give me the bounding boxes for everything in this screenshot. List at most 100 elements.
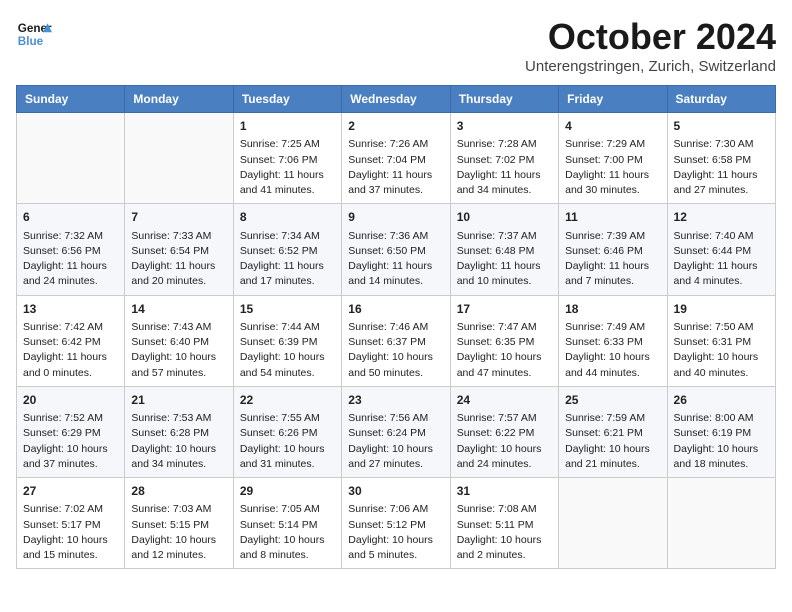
day-info: Sunrise: 7:56 AMSunset: 6:24 PMDaylight:… [348,411,443,472]
day-info: Sunrise: 7:30 AMSunset: 6:58 PMDaylight:… [674,137,769,198]
day-info: Sunrise: 7:42 AMSunset: 6:42 PMDaylight:… [23,320,118,381]
calendar-cell: 19 Sunrise: 7:50 AMSunset: 6:31 PMDayligh… [667,295,775,386]
calendar-cell [125,113,233,204]
day-number: 26 [674,392,769,409]
calendar-cell: 29 Sunrise: 7:05 AMSunset: 5:14 PMDayligh… [233,478,341,569]
logo: General Blue [16,16,52,52]
calendar-cell: 27 Sunrise: 7:02 AMSunset: 5:17 PMDayligh… [17,478,125,569]
day-number: 17 [457,301,552,318]
month-title: October 2024 [525,16,776,58]
day-of-week-header: Thursday [450,86,558,113]
day-info: Sunrise: 7:50 AMSunset: 6:31 PMDaylight:… [674,320,769,381]
day-info: Sunrise: 7:36 AMSunset: 6:50 PMDaylight:… [348,229,443,290]
calendar-cell: 24 Sunrise: 7:57 AMSunset: 6:22 PMDayligh… [450,386,558,477]
calendar-week-row: 27 Sunrise: 7:02 AMSunset: 5:17 PMDayligh… [17,478,776,569]
day-info: Sunrise: 7:26 AMSunset: 7:04 PMDaylight:… [348,137,443,198]
day-info: Sunrise: 7:43 AMSunset: 6:40 PMDaylight:… [131,320,226,381]
day-info: Sunrise: 7:02 AMSunset: 5:17 PMDaylight:… [23,502,118,563]
logo-icon: General Blue [16,16,52,52]
day-info: Sunrise: 7:05 AMSunset: 5:14 PMDaylight:… [240,502,335,563]
calendar-week-row: 6Sunrise: 7:32 AMSunset: 6:56 PMDaylight… [17,204,776,295]
day-number: 10 [457,209,552,226]
calendar-cell: 28 Sunrise: 7:03 AMSunset: 5:15 PMDayligh… [125,478,233,569]
day-number: 28 [131,483,226,500]
calendar-cell: 9 Sunrise: 7:36 AMSunset: 6:50 PMDaylight… [342,204,450,295]
day-number: 15 [240,301,335,318]
day-number: 3 [457,118,552,135]
calendar-cell: 8 Sunrise: 7:34 AMSunset: 6:52 PMDaylight… [233,204,341,295]
day-number: 23 [348,392,443,409]
day-of-week-header: Wednesday [342,86,450,113]
calendar-cell: 30 Sunrise: 7:06 AMSunset: 5:12 PMDayligh… [342,478,450,569]
title-block: October 2024 Unterengstringen, Zurich, S… [525,16,776,75]
calendar-cell: 20 Sunrise: 7:52 AMSunset: 6:29 PMDayligh… [17,386,125,477]
day-number: 20 [23,392,118,409]
day-info: Sunrise: 7:32 AMSunset: 6:56 PMDaylight:… [23,229,118,290]
day-of-week-header: Sunday [17,86,125,113]
calendar-cell: 11 Sunrise: 7:39 AMSunset: 6:46 PMDayligh… [559,204,667,295]
day-number: 30 [348,483,443,500]
day-info: Sunrise: 7:46 AMSunset: 6:37 PMDaylight:… [348,320,443,381]
day-of-week-header: Monday [125,86,233,113]
header-row: SundayMondayTuesdayWednesdayThursdayFrid… [17,86,776,113]
day-info: Sunrise: 7:47 AMSunset: 6:35 PMDaylight:… [457,320,552,381]
calendar-cell [17,113,125,204]
calendar-cell: 6Sunrise: 7:32 AMSunset: 6:56 PMDaylight… [17,204,125,295]
calendar-cell [559,478,667,569]
calendar-week-row: 20 Sunrise: 7:52 AMSunset: 6:29 PMDayligh… [17,386,776,477]
day-number: 25 [565,392,660,409]
day-number: 27 [23,483,118,500]
day-info: Sunrise: 7:37 AMSunset: 6:48 PMDaylight:… [457,229,552,290]
location: Unterengstringen, Zurich, Switzerland [525,58,776,75]
day-info: Sunrise: 8:00 AMSunset: 6:19 PMDaylight:… [674,411,769,472]
calendar-cell: 16 Sunrise: 7:46 AMSunset: 6:37 PMDayligh… [342,295,450,386]
day-number: 2 [348,118,443,135]
calendar-cell: 3Sunrise: 7:28 AMSunset: 7:02 PMDaylight… [450,113,558,204]
day-info: Sunrise: 7:55 AMSunset: 6:26 PMDaylight:… [240,411,335,472]
calendar-cell: 5Sunrise: 7:30 AMSunset: 6:58 PMDaylight… [667,113,775,204]
day-number: 11 [565,209,660,226]
day-info: Sunrise: 7:49 AMSunset: 6:33 PMDaylight:… [565,320,660,381]
day-info: Sunrise: 7:06 AMSunset: 5:12 PMDaylight:… [348,502,443,563]
day-of-week-header: Tuesday [233,86,341,113]
day-number: 29 [240,483,335,500]
day-number: 14 [131,301,226,318]
calendar-week-row: 13 Sunrise: 7:42 AMSunset: 6:42 PMDayligh… [17,295,776,386]
day-info: Sunrise: 7:44 AMSunset: 6:39 PMDaylight:… [240,320,335,381]
day-number: 21 [131,392,226,409]
day-number: 8 [240,209,335,226]
calendar-cell: 25 Sunrise: 7:59 AMSunset: 6:21 PMDayligh… [559,386,667,477]
day-info: Sunrise: 7:57 AMSunset: 6:22 PMDaylight:… [457,411,552,472]
day-number: 7 [131,209,226,226]
day-number: 22 [240,392,335,409]
day-number: 12 [674,209,769,226]
day-number: 16 [348,301,443,318]
day-of-week-header: Saturday [667,86,775,113]
day-number: 24 [457,392,552,409]
calendar-cell: 31Sunrise: 7:08 AMSunset: 5:11 PMDayligh… [450,478,558,569]
svg-text:Blue: Blue [18,35,44,48]
day-number: 18 [565,301,660,318]
calendar-cell: 23 Sunrise: 7:56 AMSunset: 6:24 PMDayligh… [342,386,450,477]
day-info: Sunrise: 7:39 AMSunset: 6:46 PMDaylight:… [565,229,660,290]
calendar-cell: 10 Sunrise: 7:37 AMSunset: 6:48 PMDayligh… [450,204,558,295]
calendar-cell: 22 Sunrise: 7:55 AMSunset: 6:26 PMDayligh… [233,386,341,477]
day-info: Sunrise: 7:59 AMSunset: 6:21 PMDaylight:… [565,411,660,472]
day-info: Sunrise: 7:53 AMSunset: 6:28 PMDaylight:… [131,411,226,472]
day-info: Sunrise: 7:52 AMSunset: 6:29 PMDaylight:… [23,411,118,472]
day-info: Sunrise: 7:34 AMSunset: 6:52 PMDaylight:… [240,229,335,290]
day-number: 19 [674,301,769,318]
day-info: Sunrise: 7:29 AMSunset: 7:00 PMDaylight:… [565,137,660,198]
calendar-cell: 15 Sunrise: 7:44 AMSunset: 6:39 PMDayligh… [233,295,341,386]
day-number: 1 [240,118,335,135]
calendar-header: SundayMondayTuesdayWednesdayThursdayFrid… [17,86,776,113]
day-number: 13 [23,301,118,318]
day-info: Sunrise: 7:03 AMSunset: 5:15 PMDaylight:… [131,502,226,563]
calendar-cell: 26 Sunrise: 8:00 AMSunset: 6:19 PMDayligh… [667,386,775,477]
day-info: Sunrise: 7:08 AMSunset: 5:11 PMDaylight:… [457,502,552,563]
calendar-cell: 13 Sunrise: 7:42 AMSunset: 6:42 PMDayligh… [17,295,125,386]
calendar-cell [667,478,775,569]
page-header: General Blue October 2024 Unterengstring… [16,16,776,75]
calendar-body: 1Sunrise: 7:25 AMSunset: 7:06 PMDaylight… [17,113,776,569]
day-number: 9 [348,209,443,226]
